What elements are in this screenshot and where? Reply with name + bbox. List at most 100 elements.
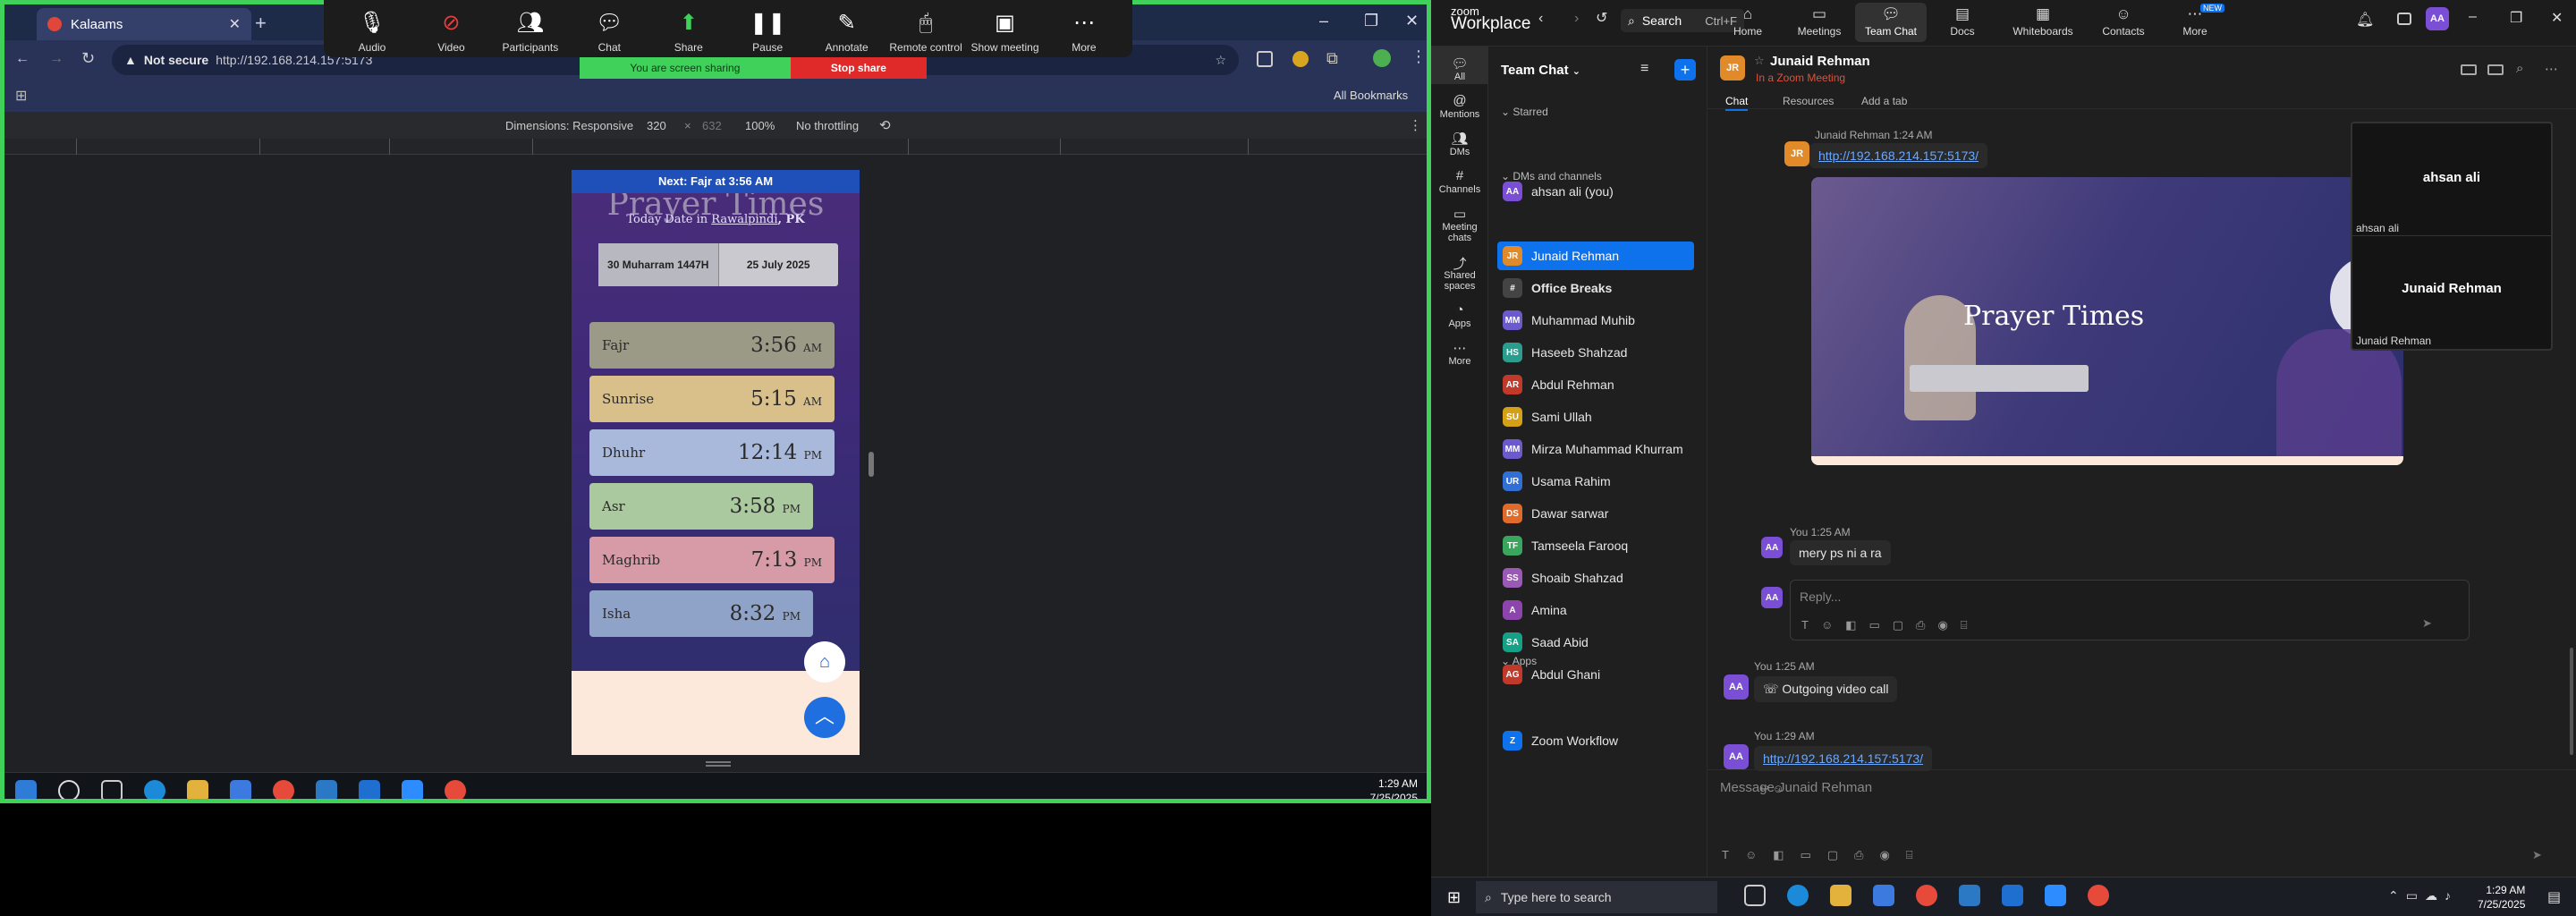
scrollbar[interactable] bbox=[2570, 648, 2573, 755]
notification-icon[interactable]: ▤ bbox=[2547, 888, 2561, 906]
video-tile-ahsan[interactable]: ahsan ali ahsan ali bbox=[2352, 123, 2551, 236]
back-icon[interactable]: ← bbox=[15, 51, 30, 67]
file-explorer-icon[interactable] bbox=[1830, 885, 1852, 906]
toolbar-remote-control-button[interactable]: 🖱︎ Remote control bbox=[888, 0, 963, 57]
chat-list-item[interactable]: MM Muhammad Muhib bbox=[1497, 306, 1694, 335]
chat-list-item[interactable]: AG Abdul Ghani bbox=[1497, 660, 1694, 689]
stop-share-button[interactable]: Stop share bbox=[790, 57, 927, 79]
toolbar-annotate-button[interactable]: ✎ Annotate bbox=[809, 0, 885, 57]
close-window-icon[interactable]: ✕ bbox=[2551, 9, 2563, 27]
bookmark-star-icon[interactable]: ☆ bbox=[1215, 53, 1226, 68]
nav-contacts[interactable]: ☺ Contacts bbox=[2088, 5, 2159, 38]
nav-docs[interactable]: ▤ Docs bbox=[1927, 5, 1998, 38]
rail-dms[interactable]: 👥︎ DMs bbox=[1431, 122, 1488, 159]
screenshot-preview-image[interactable]: Prayer Times bbox=[1811, 177, 2403, 465]
rail-more[interactable]: ⋯ More bbox=[1431, 331, 1488, 369]
message-text-2[interactable]: mery ps ni a ra bbox=[1790, 540, 1891, 565]
starred-section[interactable]: ⌄ Starred bbox=[1501, 106, 1548, 118]
filter-icon[interactable]: ≡ bbox=[1640, 61, 1648, 77]
toolbar-more-button[interactable]: ⋯ More bbox=[1046, 0, 1122, 57]
toolbar-video-button[interactable]: ⊘ Video bbox=[413, 0, 488, 57]
video-tile-junaid[interactable]: Junaid Rehman Junaid Rehman bbox=[2352, 236, 2551, 349]
history-icon[interactable]: ↺ bbox=[1596, 9, 1607, 27]
chrome-icon[interactable] bbox=[1916, 885, 1937, 906]
windows-start-icon[interactable] bbox=[15, 780, 37, 799]
edge-icon[interactable] bbox=[144, 780, 165, 799]
nav-team-chat[interactable]: 💬︎ Team Chat bbox=[1855, 3, 1927, 42]
new-chat-button[interactable]: + bbox=[1674, 59, 1696, 81]
width-input[interactable]: 320 bbox=[647, 119, 666, 132]
outgoing-call-message[interactable]: ☏ Outgoing video call bbox=[1754, 676, 1898, 702]
tab-resources[interactable]: Resources bbox=[1783, 95, 1834, 107]
avatar[interactable]: AA bbox=[2426, 7, 2449, 30]
vscode-icon-2[interactable] bbox=[359, 780, 380, 799]
toolbar-audio-button[interactable]: 🎙︎ Audio bbox=[335, 0, 410, 57]
apps-grid-icon[interactable]: ⊞ bbox=[15, 87, 27, 105]
vscode-icon[interactable] bbox=[316, 780, 337, 799]
minimize-icon[interactable]: – bbox=[1319, 12, 1328, 30]
file-explorer-icon[interactable] bbox=[187, 780, 208, 799]
all-bookmarks-link[interactable]: All Bookmarks bbox=[1334, 89, 1408, 102]
rail-all[interactable]: 💬︎ All bbox=[1431, 47, 1488, 84]
nav-home[interactable]: ⌂ Home bbox=[1712, 5, 1784, 38]
m4-link[interactable]: http://192.168.214.157:5173/ bbox=[1763, 751, 1923, 766]
tab-chat[interactable]: Chat bbox=[1725, 95, 1749, 111]
video-call-icon[interactable] bbox=[2461, 64, 2477, 75]
rotate-icon[interactable]: ⟲ bbox=[879, 117, 891, 133]
mosque-icon[interactable]: ⌂ bbox=[804, 641, 845, 683]
profile-extension-icon[interactable] bbox=[1292, 51, 1309, 67]
chat-list-item[interactable]: AR Abdul Rehman bbox=[1497, 370, 1694, 399]
chat-list-item[interactable]: SS Shoaib Shahzad bbox=[1497, 564, 1694, 592]
edge-icon[interactable] bbox=[1787, 885, 1809, 906]
chat-list-item[interactable]: TF Tamseela Farooq bbox=[1497, 531, 1694, 560]
chat-list-item[interactable]: SA Saad Abid bbox=[1497, 628, 1694, 657]
resize-handle-right[interactable] bbox=[869, 452, 874, 477]
throttling-select[interactable]: No throttling bbox=[796, 119, 859, 132]
chat-list-item[interactable]: MM Mirza Muhammad Khurram bbox=[1497, 435, 1694, 463]
toolbar-pause-button[interactable]: ❚❚ Pause bbox=[730, 0, 805, 57]
search-icon[interactable]: ⌕ bbox=[2516, 61, 2523, 76]
forward-icon[interactable]: → bbox=[49, 51, 64, 67]
rail-channels[interactable]: # Channels bbox=[1431, 159, 1488, 197]
close-tab-icon[interactable]: ✕ bbox=[229, 15, 241, 33]
chat-list-item[interactable]: Z Zoom Workflow bbox=[1497, 726, 1694, 755]
chat-list-item[interactable]: AA ahsan ali (you) bbox=[1497, 177, 1694, 206]
reply-toolbar-icons[interactable]: T☺◧▭▢⎙◉⌸ bbox=[1801, 618, 1980, 632]
puzzle-icon[interactable]: ⧉ bbox=[1326, 49, 1338, 68]
composer-input[interactable]: Message Junaid Rehman bbox=[1720, 780, 1872, 795]
windows-start-icon[interactable]: ⊞ bbox=[1447, 888, 1461, 907]
clock[interactable]: 1:29 AM 7/25/2025 bbox=[2478, 883, 2525, 912]
chat-list-item[interactable]: JR Junaid Rehman bbox=[1497, 242, 1694, 270]
nav-meetings[interactable]: ▭ Meetings bbox=[1784, 5, 1855, 38]
m1-link[interactable]: http://192.168.214.157:5173/ bbox=[1818, 148, 1979, 163]
store-icon[interactable] bbox=[230, 780, 251, 799]
search-icon[interactable] bbox=[58, 780, 80, 799]
reload-icon[interactable]: ↻ bbox=[81, 49, 95, 68]
toolbar-show-meeting-button[interactable]: ▣ Show meeting bbox=[968, 0, 1043, 57]
tab-add[interactable]: Add a tab bbox=[1861, 95, 1907, 107]
rail-meeting-chats[interactable]: ▭ Meeting chats bbox=[1431, 197, 1488, 245]
height-input[interactable]: 632 bbox=[702, 119, 722, 132]
reply-box[interactable]: Reply... T☺◧▭▢⎙◉⌸ ➤ bbox=[1790, 580, 2470, 640]
toolbar-chat-button[interactable]: 💬︎ Chat bbox=[572, 0, 647, 57]
toolbar-share-button[interactable]: ⬆ Share bbox=[651, 0, 726, 57]
vscode-icon-2[interactable] bbox=[2002, 885, 2023, 906]
city-link[interactable]: Rawalpindi bbox=[711, 213, 777, 226]
system-tray-icons[interactable]: ⌃▭☁♪ bbox=[2388, 888, 2458, 903]
dimensions-select[interactable]: Dimensions: Responsive bbox=[505, 119, 633, 132]
toolbar-participants-button[interactable]: 👥︎ Participants bbox=[493, 0, 568, 57]
zoom-select[interactable]: 100% bbox=[745, 119, 775, 132]
chat-list-item[interactable]: SU Sami Ullah bbox=[1497, 403, 1694, 431]
rail-shared-spaces[interactable]: ⤴ Shared spaces bbox=[1431, 245, 1488, 293]
task-view-icon[interactable] bbox=[101, 780, 123, 799]
chrome-icon-2[interactable] bbox=[2088, 885, 2109, 906]
forward-icon[interactable]: › bbox=[1574, 11, 1579, 27]
maximize-icon[interactable]: ❐ bbox=[2510, 9, 2522, 27]
browser-tab[interactable]: Kalaams ✕ bbox=[37, 8, 251, 40]
meeting-video-panel[interactable]: ahsan ali ahsan ali Junaid Rehman Junaid… bbox=[2351, 122, 2553, 351]
task-view-icon[interactable] bbox=[1744, 885, 1766, 906]
chat-list-item[interactable]: # Office Breaks bbox=[1497, 274, 1694, 302]
close-window-icon[interactable]: ✕ bbox=[1405, 12, 1419, 30]
chrome-icon[interactable] bbox=[273, 780, 294, 799]
composer-toolbar-icons[interactable]: T☺◧▭▢⎙◉⌸ bbox=[1722, 848, 1929, 862]
